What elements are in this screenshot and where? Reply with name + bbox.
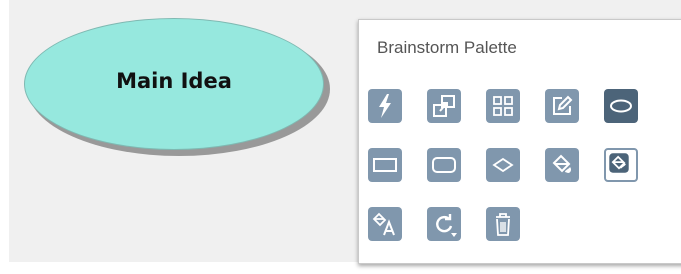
diamond-shape-icon [492, 157, 514, 173]
rotate-button[interactable] [427, 207, 461, 241]
quick-add-button[interactable] [368, 89, 402, 123]
delete-button[interactable] [486, 207, 520, 241]
edit-note-button[interactable] [545, 89, 579, 123]
text-color-button[interactable] [368, 207, 402, 241]
oval-shape-icon [610, 99, 632, 113]
rectangle-shape-button[interactable] [368, 148, 402, 182]
line-color-button[interactable] [604, 148, 638, 182]
expand-node-icon [433, 95, 455, 117]
expand-node-button[interactable] [427, 89, 461, 123]
oval-shape-button[interactable] [604, 89, 638, 123]
rounded-rectangle-shape-button[interactable] [427, 148, 461, 182]
palette-title: Brainstorm Palette [377, 38, 517, 57]
edit-note-icon [553, 95, 573, 115]
diamond-shape-button[interactable] [486, 148, 520, 182]
grid-layout-icon [493, 96, 513, 116]
line-color-icon [609, 153, 629, 173]
rounded-rectangle-shape-icon [432, 157, 456, 173]
rectangle-shape-icon [373, 158, 397, 172]
node-label: Main Idea [116, 69, 232, 93]
delete-icon [496, 213, 510, 236]
quick-add-icon [379, 94, 391, 118]
grid-layout-button[interactable] [486, 89, 520, 123]
main-idea-node[interactable]: Main Idea [24, 18, 324, 150]
canvas-left-margin [0, 0, 9, 274]
rotate-icon [436, 214, 457, 237]
fill-color-button[interactable] [545, 148, 579, 182]
fill-color-icon [552, 154, 572, 173]
text-color-icon [372, 212, 395, 236]
brainstorm-palette: Brainstorm Palette [358, 19, 681, 264]
